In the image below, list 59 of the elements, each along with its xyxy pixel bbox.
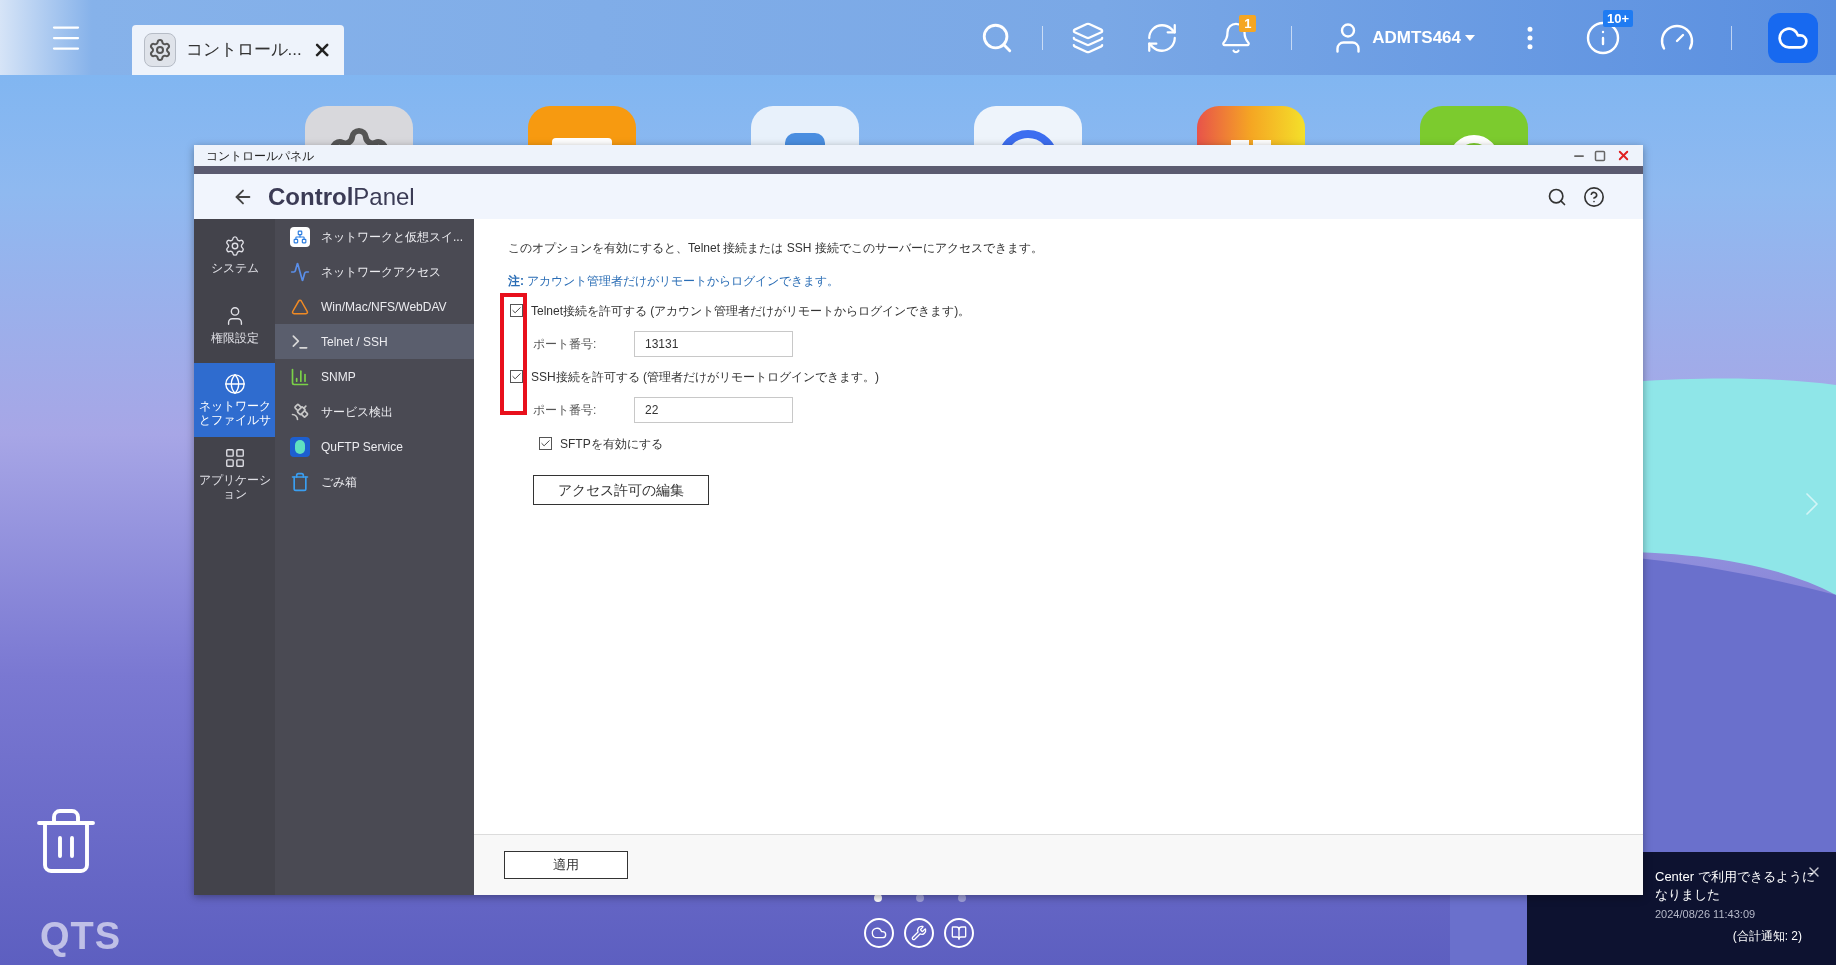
triangle-icon bbox=[291, 297, 309, 316]
submenu-item[interactable]: ごみ箱 bbox=[275, 464, 474, 499]
network-icon bbox=[290, 226, 310, 247]
circle-app-icon[interactable] bbox=[974, 106, 1082, 145]
gear-icon bbox=[144, 33, 176, 67]
cloud-app-icon[interactable] bbox=[1768, 12, 1818, 63]
qts-logo: QTS bbox=[40, 914, 122, 959]
globe-icon bbox=[223, 373, 246, 395]
trash-icon bbox=[290, 471, 310, 492]
port-field[interactable]: 22 bbox=[634, 396, 793, 423]
port-field[interactable]: 13131 bbox=[634, 330, 793, 357]
submenu-item[interactable]: サービス検出 bbox=[275, 394, 474, 429]
note-text: 注: アカウント管理者だけがリモートからログインできます。 bbox=[508, 273, 841, 290]
option-label: SSH接続を許可する (管理者だけがリモートログインできます。) bbox=[531, 368, 879, 386]
book-icon[interactable] bbox=[944, 918, 974, 948]
cloud-icon[interactable] bbox=[864, 918, 894, 948]
submenu-item[interactable]: ネットワークアクセス bbox=[275, 254, 474, 289]
category-item[interactable]: 権限設定 bbox=[194, 295, 275, 355]
checkbox[interactable] bbox=[510, 370, 523, 383]
gear-app-icon[interactable] bbox=[305, 106, 413, 145]
submenu-item[interactable]: Win/Mac/NFS/WebDAV bbox=[275, 289, 474, 324]
tiles-app-icon[interactable] bbox=[1197, 106, 1305, 145]
submenu-item[interactable]: SNMP bbox=[275, 359, 474, 394]
gear-icon bbox=[223, 235, 246, 257]
submenu-item[interactable]: Telnet / SSH bbox=[275, 324, 474, 359]
submenu-item[interactable]: ネットワークと仮想スイ... bbox=[275, 219, 474, 254]
port-label: ポート番号: bbox=[533, 335, 598, 353]
checkbox[interactable] bbox=[539, 437, 552, 450]
window-heading: ControlPanel bbox=[268, 181, 416, 212]
category-item[interactable]: システム bbox=[194, 225, 275, 285]
notification-time: 2024/08/26 11:43:09 bbox=[1655, 907, 1757, 922]
intro-text: このオプションを有効にすると、Telnet 接続または SSH 接続でこのサーバーにアクセスできます。 bbox=[508, 240, 1044, 257]
category-item[interactable]: ネットワークとファイルサ bbox=[194, 363, 275, 437]
app-tab[interactable]: コントロール... bbox=[132, 25, 344, 75]
option-label: SFTPを有効にする bbox=[560, 435, 663, 453]
checkbox[interactable] bbox=[510, 304, 523, 317]
port-label: ポート番号: bbox=[533, 401, 598, 419]
tab-label: コントロール... bbox=[185, 39, 302, 62]
maximize-icon[interactable] bbox=[1594, 149, 1606, 162]
folder-app-icon[interactable] bbox=[528, 106, 636, 145]
search-icon[interactable] bbox=[1547, 186, 1567, 207]
update-badge: 10+ bbox=[1603, 9, 1634, 27]
window-title: コントロールパネル bbox=[206, 147, 315, 165]
bar-chart-icon bbox=[290, 366, 310, 387]
notification-message: Center で利用できるようになりました bbox=[1655, 868, 1815, 904]
submenu-item[interactable]: QuFTP Service bbox=[275, 429, 474, 464]
wave-icon bbox=[290, 261, 310, 282]
category-item[interactable]: アプリケーション bbox=[194, 437, 275, 511]
help-icon[interactable] bbox=[1583, 185, 1605, 208]
caret-icon bbox=[1465, 34, 1475, 41]
edit-permissions-button[interactable]: アクセス許可の編集 bbox=[533, 475, 709, 505]
apply-button[interactable]: 適用 bbox=[504, 851, 628, 879]
notification-total: (合計通知: 2) bbox=[1732, 928, 1802, 945]
option-label: Telnet接続を許可する (アカウント管理者だけがリモートからログインできます)。 bbox=[531, 302, 971, 320]
ftp-icon bbox=[290, 436, 310, 457]
notification-badge: 1 bbox=[1239, 14, 1257, 32]
satellite-dish-icon bbox=[290, 401, 310, 422]
database-app-icon[interactable] bbox=[751, 106, 859, 145]
grid-icon bbox=[223, 447, 246, 469]
